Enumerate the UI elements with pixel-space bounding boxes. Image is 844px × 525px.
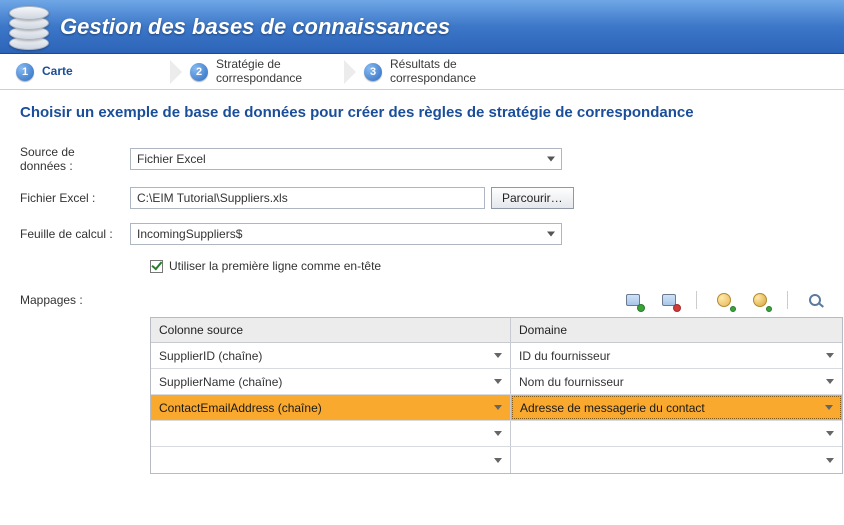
first-row-header-label: Utiliser la première ligne comme en-tête: [169, 259, 381, 273]
col-header-domain[interactable]: Domaine: [511, 318, 842, 342]
create-domain-icon[interactable]: [715, 291, 733, 309]
domain-cell[interactable]: [511, 421, 842, 446]
step-number: 2: [190, 63, 208, 81]
browse-button[interactable]: Parcourir…: [491, 187, 574, 209]
grid-row[interactable]: [151, 421, 842, 447]
page-subheading: Choisir un exemple de base de données po…: [20, 104, 824, 121]
worksheet-value: IncomingSuppliers$: [137, 227, 242, 241]
source-cell[interactable]: SupplierName (chaîne): [151, 369, 511, 394]
grid-row[interactable]: SupplierID (chaîne) ID du fournisseur: [151, 343, 842, 369]
data-source-label: Source de données :: [20, 145, 130, 173]
step-label: Résultats de correspondance: [390, 58, 476, 84]
chevron-down-icon: [494, 458, 502, 463]
col-header-source[interactable]: Colonne source: [151, 318, 511, 342]
grid-row[interactable]: SupplierName (chaîne) Nom du fournisseur: [151, 369, 842, 395]
wizard-step-strategie[interactable]: 2 Stratégie de correspondance: [184, 54, 344, 88]
domain-cell[interactable]: Nom du fournisseur: [511, 369, 842, 394]
mappings-grid: Colonne source Domaine SupplierID (chaîn…: [150, 317, 843, 474]
grid-header: Colonne source Domaine: [151, 318, 842, 343]
excel-file-value: C:\EIM Tutorial\Suppliers.xls: [137, 191, 288, 205]
app-title: Gestion des bases de connaissances: [60, 14, 450, 40]
step-label: Stratégie de correspondance: [216, 58, 302, 84]
wizard-steps: 1 Carte 2 Stratégie de correspondance 3 …: [0, 54, 844, 90]
step-number: 3: [364, 63, 382, 81]
data-source-combo[interactable]: Fichier Excel: [130, 148, 562, 170]
chevron-down-icon: [494, 353, 502, 358]
first-row-header-checkbox[interactable]: [150, 260, 163, 273]
wizard-step-carte[interactable]: 1 Carte: [10, 59, 170, 85]
toolbar-separator: [696, 291, 697, 309]
data-source-value: Fichier Excel: [137, 152, 206, 166]
step-label: Carte: [42, 65, 73, 78]
chevron-down-icon: [494, 379, 502, 384]
domain-cell[interactable]: [511, 447, 842, 473]
chevron-down-icon: [826, 431, 834, 436]
wizard-step-resultats[interactable]: 3 Résultats de correspondance: [358, 54, 518, 88]
step-number: 1: [16, 63, 34, 81]
chevron-right-icon: [344, 60, 356, 84]
chevron-down-icon: [547, 157, 555, 162]
source-cell[interactable]: ContactEmailAddress (chaîne): [151, 395, 511, 420]
create-composite-domain-icon[interactable]: [751, 291, 769, 309]
source-cell[interactable]: SupplierID (chaîne): [151, 343, 511, 368]
chevron-down-icon: [826, 353, 834, 358]
source-cell[interactable]: [151, 421, 511, 446]
chevron-down-icon: [826, 379, 834, 384]
app-header: Gestion des bases de connaissances: [0, 0, 844, 54]
mappings-toolbar: [624, 291, 824, 309]
grid-row-active[interactable]: ContactEmailAddress (chaîne) Adresse de …: [151, 395, 842, 421]
remove-mapping-icon[interactable]: [660, 291, 678, 309]
source-cell[interactable]: [151, 447, 511, 473]
preview-icon[interactable]: [806, 291, 824, 309]
chevron-down-icon: [826, 458, 834, 463]
domain-cell[interactable]: ID du fournisseur: [511, 343, 842, 368]
chevron-down-icon: [494, 405, 502, 410]
worksheet-label: Feuille de calcul :: [20, 227, 130, 241]
database-icon: [6, 2, 54, 50]
chevron-down-icon: [494, 431, 502, 436]
grid-row[interactable]: [151, 447, 842, 473]
add-mapping-icon[interactable]: [624, 291, 642, 309]
domain-cell[interactable]: Adresse de messagerie du contact: [512, 396, 841, 419]
excel-file-label: Fichier Excel :: [20, 191, 130, 205]
worksheet-combo[interactable]: IncomingSuppliers$: [130, 223, 562, 245]
chevron-right-icon: [170, 60, 182, 84]
chevron-down-icon: [547, 232, 555, 237]
toolbar-separator: [787, 291, 788, 309]
excel-file-input[interactable]: C:\EIM Tutorial\Suppliers.xls: [130, 187, 485, 209]
chevron-down-icon: [825, 405, 833, 410]
mappings-label: Mappages :: [20, 291, 130, 307]
